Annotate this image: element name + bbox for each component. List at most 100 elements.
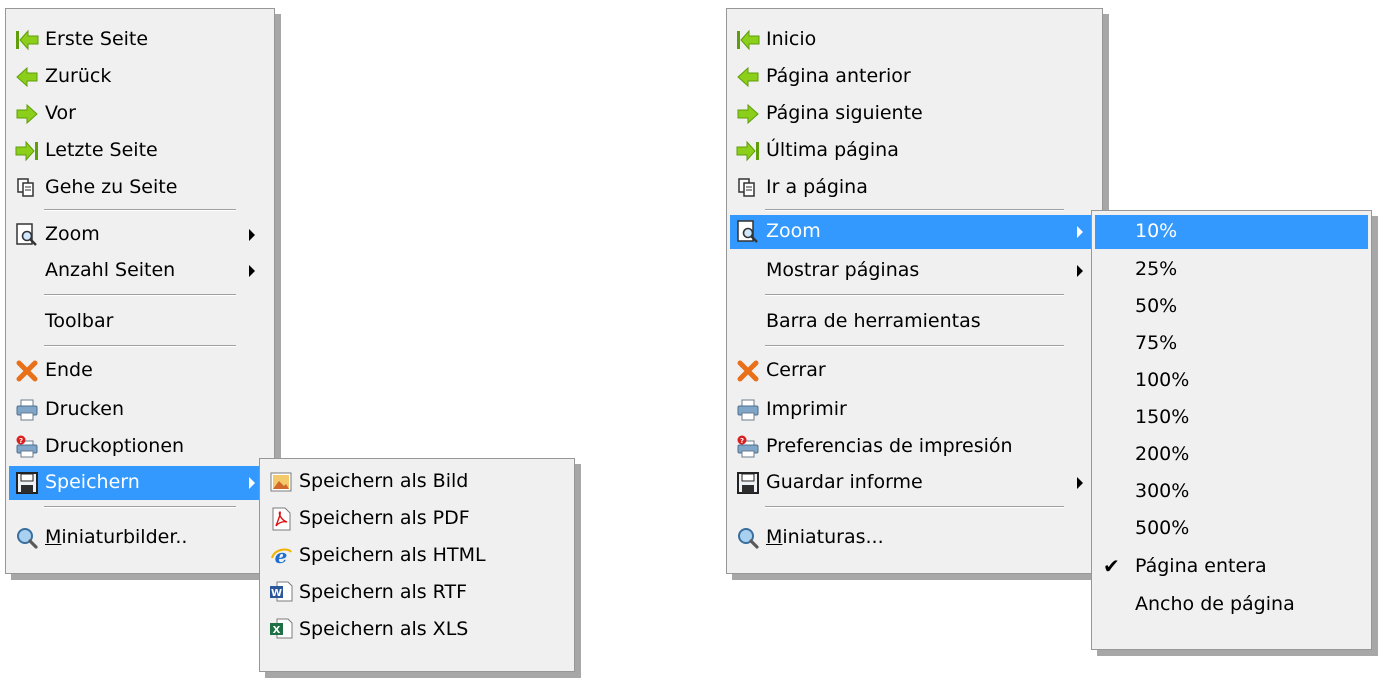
menu-separator bbox=[765, 294, 1064, 296]
menu-item-label: Drucken bbox=[45, 398, 124, 420]
menu-item-zoom[interactable]: Zoom bbox=[730, 215, 1099, 249]
zoom-option-page-width[interactable]: Ancho de página bbox=[1095, 588, 1368, 622]
menu-separator bbox=[765, 209, 1064, 211]
submenu-arrow-icon bbox=[249, 229, 255, 241]
close-x-icon bbox=[15, 359, 39, 383]
back-arrow-icon bbox=[15, 65, 39, 89]
image-file-icon bbox=[269, 470, 293, 494]
printer-options-icon bbox=[15, 435, 39, 459]
submenu-arrow-icon bbox=[249, 477, 255, 489]
menu-item-label: Gehe zu Seite bbox=[45, 176, 178, 198]
menu-item-last-page[interactable]: Última página bbox=[730, 134, 1099, 168]
menu-separator bbox=[44, 506, 236, 508]
zoom-option-150[interactable]: 150% bbox=[1095, 401, 1368, 435]
menu-item-forward[interactable]: Página siguiente bbox=[730, 97, 1099, 131]
menu-item-label: Miniaturbilder.. bbox=[45, 526, 188, 548]
menu-item-toolbar[interactable]: Barra de herramientas bbox=[730, 305, 1099, 339]
menu-item-label: Zurück bbox=[45, 65, 112, 87]
back-arrow-icon bbox=[736, 65, 760, 89]
printer-options-icon bbox=[736, 435, 760, 459]
menu-item-save-rtf[interactable]: Speichern als RTF bbox=[263, 576, 571, 610]
menu-item-label: Speichern als RTF bbox=[299, 581, 468, 603]
menu-item-print[interactable]: Imprimir bbox=[730, 393, 1099, 427]
forward-arrow-icon bbox=[736, 102, 760, 126]
menu-item-label: Guardar informe bbox=[766, 471, 923, 493]
menu-item-label: Ir a página bbox=[766, 176, 868, 198]
menu-item-label: Speichern bbox=[45, 471, 140, 493]
menu-item-first-page[interactable]: Erste Seite bbox=[9, 23, 271, 57]
zoom-option-100[interactable]: 100% bbox=[1095, 364, 1368, 398]
menu-item-print[interactable]: Drucken bbox=[9, 393, 271, 427]
submenu-arrow-icon bbox=[1077, 226, 1083, 238]
zoom-page-icon bbox=[736, 220, 760, 244]
menu-item-exit[interactable]: Ende bbox=[9, 354, 271, 388]
magnifier-icon bbox=[15, 526, 39, 550]
zoom-option-whole-page[interactable]: ✔ Página entera bbox=[1095, 550, 1368, 584]
excel-file-icon bbox=[269, 618, 293, 642]
zoom-option-500[interactable]: 500% bbox=[1095, 512, 1368, 546]
first-page-arrow-icon bbox=[15, 28, 39, 52]
save-disk-icon bbox=[15, 471, 39, 495]
menu-item-label: 300% bbox=[1135, 480, 1190, 502]
menu-item-show-pages[interactable]: Mostrar páginas bbox=[730, 254, 1099, 288]
menu-item-save-pdf[interactable]: Speichern als PDF bbox=[263, 502, 571, 536]
menu-item-close[interactable]: Cerrar bbox=[730, 354, 1099, 388]
menu-separator bbox=[44, 294, 236, 296]
menu-item-label: Página entera bbox=[1135, 555, 1267, 577]
menu-item-save-report[interactable]: Guardar informe bbox=[730, 466, 1099, 500]
word-file-icon bbox=[269, 581, 293, 605]
menu-item-save-html[interactable]: Speichern als HTML bbox=[263, 539, 571, 573]
menu-item-save[interactable]: Speichern bbox=[9, 466, 271, 500]
save-submenu: Speichern als Bild Speichern als PDF Spe… bbox=[259, 458, 575, 672]
menu-item-label: Erste Seite bbox=[45, 28, 149, 50]
menu-item-label: Zoom bbox=[45, 223, 100, 245]
menu-separator bbox=[44, 209, 236, 211]
printer-icon bbox=[736, 398, 760, 422]
zoom-option-10[interactable]: 10% bbox=[1095, 215, 1368, 249]
context-menu-german: Erste Seite Zurück Vor Letzte Seite Gehe… bbox=[5, 8, 275, 574]
pages-icon bbox=[15, 176, 39, 200]
menu-item-label: Speichern als XLS bbox=[299, 618, 469, 640]
menu-item-label: Anzahl Seiten bbox=[45, 259, 176, 281]
menu-item-first-page[interactable]: Inicio bbox=[730, 23, 1099, 57]
zoom-option-300[interactable]: 300% bbox=[1095, 475, 1368, 509]
menu-item-thumbnails[interactable]: Miniaturbilder.. bbox=[9, 521, 271, 555]
menu-item-print-preferences[interactable]: Preferencias de impresión bbox=[730, 430, 1099, 464]
menu-item-back[interactable]: Página anterior bbox=[730, 60, 1099, 94]
menu-item-go-to-page[interactable]: Gehe zu Seite bbox=[9, 171, 271, 205]
menu-item-label: 500% bbox=[1135, 517, 1190, 539]
menu-item-go-to-page[interactable]: Ir a página bbox=[730, 171, 1099, 205]
menu-item-label: 150% bbox=[1135, 406, 1190, 428]
zoom-option-50[interactable]: 50% bbox=[1095, 290, 1368, 324]
menu-item-label: Letzte Seite bbox=[45, 139, 158, 161]
menu-item-label: Imprimir bbox=[766, 398, 847, 420]
close-x-icon bbox=[736, 359, 760, 383]
zoom-option-200[interactable]: 200% bbox=[1095, 438, 1368, 472]
forward-arrow-icon bbox=[15, 102, 39, 126]
menu-separator bbox=[765, 506, 1064, 508]
menu-item-save-xls[interactable]: Speichern als XLS bbox=[263, 613, 571, 647]
menu-item-back[interactable]: Zurück bbox=[9, 60, 271, 94]
menu-item-print-options[interactable]: Druckoptionen bbox=[9, 430, 271, 464]
menu-item-forward[interactable]: Vor bbox=[9, 97, 271, 131]
menu-item-label: Ende bbox=[45, 359, 93, 381]
menu-item-page-count[interactable]: Anzahl Seiten bbox=[9, 254, 271, 288]
menu-item-label: 100% bbox=[1135, 369, 1190, 391]
menu-item-label: 50% bbox=[1135, 295, 1178, 317]
menu-item-label: Toolbar bbox=[45, 310, 114, 332]
zoom-option-75[interactable]: 75% bbox=[1095, 327, 1368, 361]
menu-item-last-page[interactable]: Letzte Seite bbox=[9, 134, 271, 168]
zoom-option-25[interactable]: 25% bbox=[1095, 253, 1368, 287]
zoom-submenu: 10% 25% 50% 75% 100% 150% 200% 300% 500%… bbox=[1091, 210, 1372, 650]
menu-item-zoom[interactable]: Zoom bbox=[9, 218, 271, 252]
menu-item-label: 75% bbox=[1135, 332, 1178, 354]
menu-item-label: 25% bbox=[1135, 258, 1178, 280]
menu-item-label: 200% bbox=[1135, 443, 1190, 465]
menu-item-label: Speichern als PDF bbox=[299, 507, 470, 529]
menu-item-label: Druckoptionen bbox=[45, 435, 185, 457]
menu-item-toolbar[interactable]: Toolbar bbox=[9, 305, 271, 339]
menu-item-thumbnails[interactable]: Miniaturas... bbox=[730, 521, 1099, 555]
checkmark-icon: ✔ bbox=[1103, 554, 1120, 578]
menu-item-save-image[interactable]: Speichern als Bild bbox=[263, 465, 571, 499]
submenu-arrow-icon bbox=[1077, 265, 1083, 277]
